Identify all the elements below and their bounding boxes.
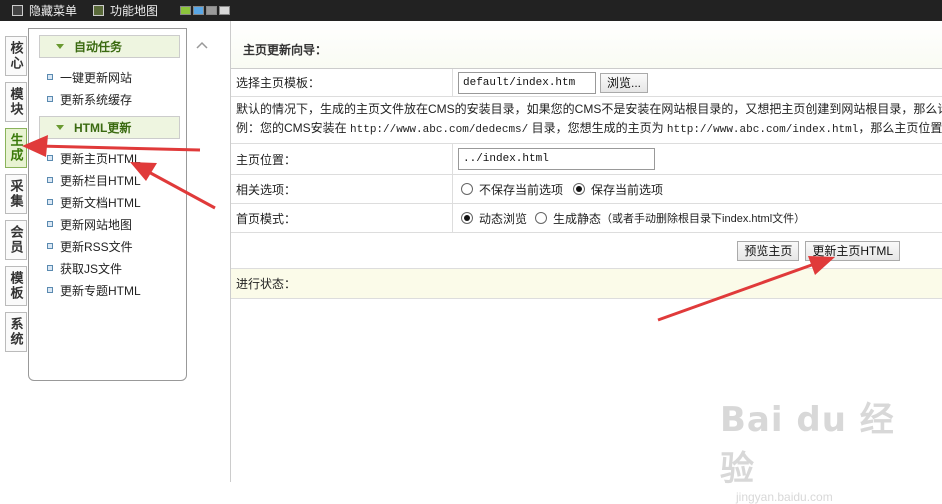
position-input[interactable]: ../index.html [458,148,655,170]
tab-modules[interactable]: 模块 [5,82,27,122]
action-buttons: 预览主页 更新主页HTML [231,233,942,269]
options-value-cell: 不保存当前选项 保存当前选项 [453,181,663,198]
position-row: 主页位置： ../index.html [231,144,942,175]
watermark-url: jingyan.baidu.com [736,490,833,504]
mode-value-cell: 动态浏览 生成静态 （或者手动删除根目录下index.html文件） [453,210,805,227]
position-value-cell: ../index.html [453,148,655,170]
note-url: http://www.abc.com/index.html [666,124,859,136]
menu-item-update-rss[interactable]: 更新RSS文件 [47,235,186,257]
menu-item-update-sitemap[interactable]: 更新网站地图 [47,213,186,235]
bullet-icon [47,243,53,249]
browse-button[interactable]: 浏览... [600,72,649,93]
menu-item-label: 更新专题HTML [60,283,141,298]
theme-swatch-green[interactable] [180,6,192,15]
tab-collect[interactable]: 采集 [5,174,27,214]
status-label: 进行状态： [236,277,297,291]
update-home-html-button[interactable]: 更新主页HTML [805,240,900,261]
hide-menu-label: 隐藏菜单 [29,4,78,18]
radio-dynamic[interactable] [461,212,473,224]
tab-system[interactable]: 系统 [5,312,27,352]
menu-item-one-click-update[interactable]: 一键更新网站 [47,66,186,88]
preview-home-button[interactable]: 预览主页 [737,240,800,261]
feature-map-button[interactable]: 功能地图 [93,2,158,19]
menu-item-label: 更新主页HTML [60,151,141,166]
bullet-icon [47,155,53,161]
menu-section-title: HTML更新 [74,121,132,135]
bullet-icon [47,74,53,80]
hide-menu-icon [12,5,23,16]
tab-members[interactable]: 会员 [5,220,27,260]
bullet-icon [47,287,53,293]
tab-core[interactable]: 核心 [5,36,27,76]
note-url: http://www.abc.com/dedecms/ [350,124,529,136]
mode-label: 首页模式： [231,204,453,232]
status-row: 进行状态： [231,269,942,299]
radio-no-save[interactable] [461,183,473,195]
menu-item-label: 获取JS文件 [60,261,123,276]
template-row: 选择主页模板： default/index.htm 浏览... [231,69,942,97]
menu-item-label: 更新RSS文件 [60,239,133,254]
theme-swatch-gray[interactable] [206,6,218,15]
radio-no-save-label: 不保存当前选项 [479,182,564,197]
radio-static[interactable] [535,212,548,224]
chevron-down-icon [56,44,64,49]
menu-item-get-js[interactable]: 获取JS文件 [47,257,186,279]
menu-section-title: 自动任务 [74,40,123,54]
watermark-brand: Bai du 经验 [720,400,895,489]
menu-item-update-topic-html[interactable]: 更新专题HTML [47,279,186,301]
usage-note-line2: 例：您的CMS安装在 http://www.abc.com/dedecms/ 目… [236,119,942,140]
bullet-icon [47,199,53,205]
tab-generate[interactable]: 生成 [5,128,27,168]
template-label: 选择主页模板： [231,69,453,96]
menu-item-label: 一键更新网站 [60,70,133,85]
menu-item-update-cache[interactable]: 更新系统缓存 [47,88,186,110]
menu-item-update-doc-html[interactable]: 更新文档HTML [47,191,186,213]
options-row: 相关选项： 不保存当前选项 保存当前选项 [231,175,942,204]
template-input[interactable]: default/index.htm [458,71,596,94]
radio-static-label: 生成静态 [553,211,602,226]
note-text: ，那么主页位置就应该 [858,121,942,135]
radio-save-label: 保存当前选项 [591,182,664,197]
menu-item-label: 更新文档HTML [60,195,141,210]
menu-item-label: 更新网站地图 [60,217,133,232]
mode-static-hint: （或者手动删除根目录下index.html文件） [601,213,806,225]
usage-note: 默认的情况下，生成的主页文件放在CMS的安装目录，如果您的CMS不是安装在网站根… [231,97,942,144]
mode-row: 首页模式： 动态浏览 生成静态 （或者手动删除根目录下index.html文件） [231,204,942,233]
collapse-chevron-up-icon[interactable] [196,40,208,50]
template-value-cell: default/index.htm 浏览... [453,71,649,94]
theme-swatch-light[interactable] [219,6,231,15]
chevron-down-icon [56,125,64,130]
theme-swatch-blue[interactable] [193,6,205,15]
side-menu: 自动任务 一键更新网站 更新系统缓存 HTML更新 更新主页HTML 更新栏目H… [28,28,187,381]
menu-section-auto-tasks[interactable]: 自动任务 [39,35,180,58]
note-text: 目录，您想生成的主页为 [528,121,667,135]
top-toolbar: 隐藏菜单 功能地图 [0,0,942,21]
feature-map-label: 功能地图 [110,4,159,18]
bullet-icon [47,177,53,183]
position-label: 主页位置： [231,144,453,174]
baidu-jingyan-watermark: Bai du 经验 jingyan.baidu.com [720,392,920,504]
radio-save[interactable] [573,183,586,195]
page-title: 主页更新向导： [231,21,942,69]
menu-item-update-home-html[interactable]: 更新主页HTML [47,147,186,169]
note-text: 例：您的CMS安装在 [236,121,351,135]
menu-list-auto-tasks: 一键更新网站 更新系统缓存 [47,66,186,110]
left-tab-bar: 核心 模块 生成 采集 会员 模板 系统 [5,36,27,358]
hide-menu-button[interactable]: 隐藏菜单 [12,2,77,19]
theme-swatches [180,6,231,15]
radio-dynamic-label: 动态浏览 [479,211,528,226]
options-label: 相关选项： [231,175,453,203]
menu-item-label: 更新系统缓存 [60,92,133,107]
usage-note-line1: 默认的情况下，生成的主页文件放在CMS的安装目录，如果您的CMS不是安装在网站根… [236,102,942,116]
tab-templates[interactable]: 模板 [5,266,27,306]
menu-list-html-update: 更新主页HTML 更新栏目HTML 更新文档HTML 更新网站地图 更新RSS文… [47,147,186,301]
grid-icon [93,5,105,16]
menu-item-update-column-html[interactable]: 更新栏目HTML [47,169,186,191]
bullet-icon [47,96,53,102]
menu-item-label: 更新栏目HTML [60,173,141,188]
menu-section-html-update[interactable]: HTML更新 [39,116,180,139]
bullet-icon [47,221,53,227]
bullet-icon [47,265,53,271]
